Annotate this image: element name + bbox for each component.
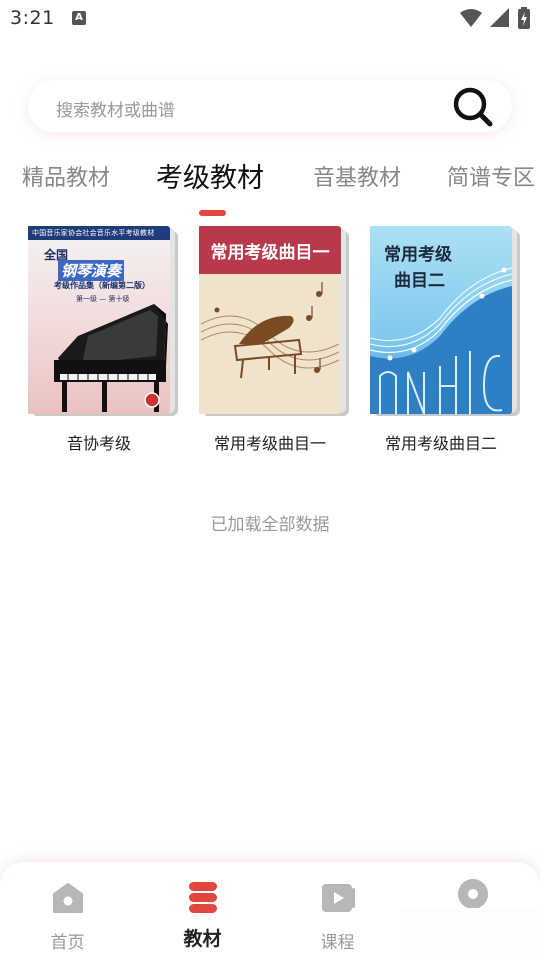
all-loaded-message: 已加载全部数据 — [210, 515, 330, 535]
wifi-icon — [460, 9, 482, 27]
cover-heading: 常用考级曲目一 — [210, 243, 330, 263]
cover-text: 考级作品集（新编第二版） — [54, 281, 150, 290]
cover-image: 常用考级 曲目二 — [370, 226, 512, 414]
nav-overlay — [400, 908, 540, 960]
book-card[interactable]: 常用考级曲目一 常用考级曲目一 — [199, 226, 349, 454]
cover-band: 中国音乐家协会社会音乐水平考级教材 — [28, 226, 170, 240]
book-cover[interactable]: 中国音乐家协会社会音乐水平考级教材 全国 钢琴演奏 考级作品集（新编第二版） 第… — [28, 226, 178, 416]
video-course-icon — [321, 884, 355, 912]
status-time: 3:21 — [10, 7, 55, 29]
piano-sketch-illustration — [200, 282, 340, 379]
battery-charging-icon — [518, 7, 530, 29]
grand-piano-illustration — [54, 304, 168, 412]
profile-icon — [457, 879, 488, 909]
book-card[interactable]: 常用考级 曲目二 常用考级曲目二 — [370, 226, 520, 454]
book-cover[interactable]: 常用考级 曲目二 — [370, 226, 520, 416]
status-bar: 3:21 A — [0, 0, 540, 36]
nav-item-textbooks[interactable]: 教材 — [135, 862, 270, 960]
search-icon[interactable] — [452, 86, 494, 128]
tab-premium-textbooks[interactable]: 精品教材 — [22, 160, 110, 192]
nav-item-home[interactable]: 首页 — [0, 862, 135, 960]
nav-label: 教材 — [183, 928, 222, 950]
category-tabs: 精品教材 考级教材 音基教材 简谱专区 — [0, 150, 540, 220]
book-title[interactable]: 音协考级 — [28, 430, 170, 454]
book-card[interactable]: 中国音乐家协会社会音乐水平考级教材 全国 钢琴演奏 考级作品集（新编第二版） 第… — [28, 226, 178, 454]
tab-numbered-notation[interactable]: 简谱专区 — [447, 160, 535, 192]
active-tab-indicator — [199, 210, 226, 216]
music-wave-illustration — [370, 267, 512, 414]
nav-label: 首页 — [50, 933, 85, 953]
search-bar[interactable]: 搜索教材或曲谱 — [28, 80, 512, 132]
tab-music-basics-textbooks[interactable]: 音基教材 — [313, 160, 401, 192]
cover-band-text: 中国音乐家协会社会音乐水平考级教材 — [32, 229, 155, 237]
signal-icon — [490, 8, 509, 27]
status-icons — [460, 7, 530, 29]
cover-image: 中国音乐家协会社会音乐水平考级教材 全国 钢琴演奏 考级作品集（新编第二版） 第… — [28, 226, 170, 414]
book-title[interactable]: 常用考级曲目一 — [199, 430, 341, 454]
tab-grading-textbooks[interactable]: 考级教材 — [156, 156, 264, 195]
notification-icon: A — [72, 11, 86, 25]
nav-label: 课程 — [320, 933, 355, 953]
nav-item-courses[interactable]: 课程 — [270, 862, 405, 960]
home-icon — [52, 883, 83, 913]
cover-text: 钢琴演奏 — [58, 260, 125, 281]
search-input[interactable]: 搜索教材或曲谱 — [56, 96, 175, 121]
cover-image: 常用考级曲目一 — [199, 226, 341, 414]
book-title[interactable]: 常用考级曲目二 — [370, 430, 512, 454]
cover-header: 常用考级曲目一 — [199, 226, 341, 274]
book-cover[interactable]: 常用考级曲目一 — [199, 226, 349, 416]
textbook-icon — [188, 882, 217, 913]
